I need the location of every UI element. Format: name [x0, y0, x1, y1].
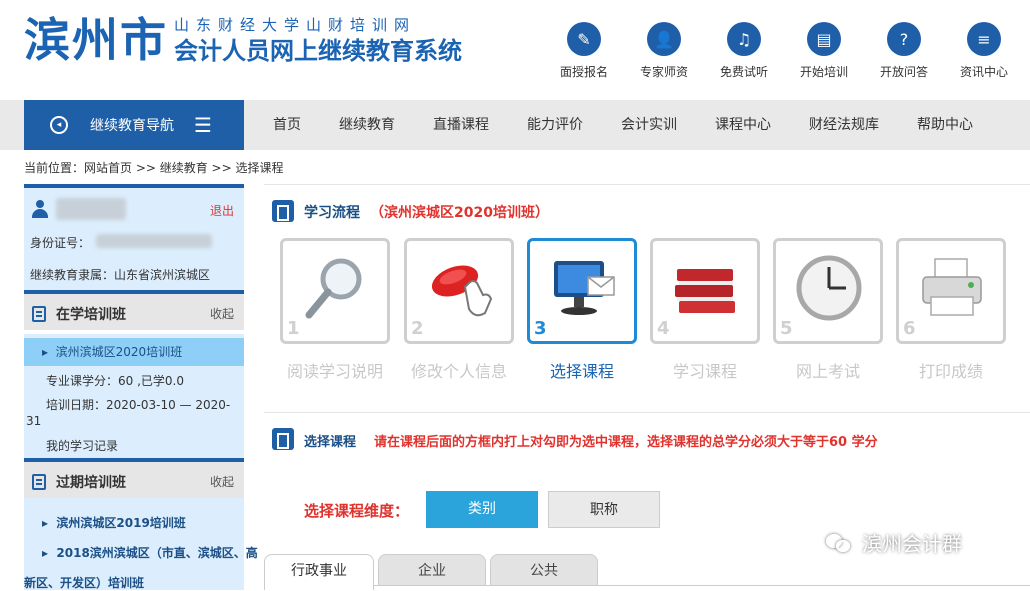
mouse-hand-icon: [431, 265, 493, 317]
select-section-icon: [272, 428, 294, 450]
logo-system-name: 会计人员网上继续教育系统: [174, 37, 462, 65]
nav-side-toggle[interactable]: ◂ 继续教育导航 ☰: [24, 100, 244, 150]
nav-item-courses[interactable]: 课程中心: [715, 100, 771, 150]
step-study-course[interactable]: 4: [650, 238, 760, 344]
expert-icon: 👤: [647, 22, 681, 56]
quick-link-start[interactable]: ▤ 开始培训: [791, 22, 857, 80]
step-label-study: 学习课程: [672, 362, 737, 381]
org-affiliation: 继续教育隶属：山东省滨州滨城区: [30, 268, 211, 282]
book-icon: ▤: [807, 22, 841, 56]
step-select-course[interactable]: 3: [527, 238, 637, 344]
collapse-current-button[interactable]: 收起: [210, 305, 234, 322]
tab-enterprise[interactable]: 企业: [378, 554, 486, 586]
quick-link-experts[interactable]: 👤 专家师资: [631, 22, 697, 80]
logout-link[interactable]: 退出: [210, 202, 234, 219]
expired-class-2018[interactable]: ▸ 2018滨州滨城区（市直、滨城区、高: [42, 544, 258, 561]
quick-link-enroll[interactable]: ✎ 面授报名: [551, 22, 617, 80]
blurred-username: [56, 198, 126, 220]
wechat-icon: [826, 532, 854, 554]
step-edit-profile[interactable]: 2: [404, 238, 514, 344]
site-header: 滨州市 山东财经大学山财培训网 会计人员网上继续教育系统 ✎ 面授报名 👤 专家…: [0, 0, 1030, 100]
wechat-watermark: 滨州会计群: [826, 528, 962, 557]
nav-item-continuing-edu[interactable]: 继续教育: [339, 100, 395, 150]
computer-mail-icon: [554, 261, 615, 315]
step-label-read: 阅读学习说明: [286, 362, 383, 381]
nav-item-practice[interactable]: 会计实训: [621, 100, 677, 150]
dimension-category-button[interactable]: 类别: [426, 491, 538, 528]
step-print-score[interactable]: 6: [896, 238, 1006, 344]
dimension-title-button[interactable]: 职称: [548, 491, 660, 528]
printer-icon: [922, 258, 982, 316]
step-label-exam: 网上考试: [795, 362, 860, 381]
step-online-exam[interactable]: 5: [773, 238, 883, 344]
collapse-expired-button[interactable]: 收起: [210, 473, 234, 490]
expired-class-2019[interactable]: ▸ 滨州滨城区2019培训班: [42, 514, 186, 531]
books-icon: [675, 269, 735, 313]
flow-title: 学习流程: [304, 205, 360, 221]
select-instruction: 请在课程后面的方框内打上对勾即为选中课程，选择课程的总学分必须大于等于60 学分: [374, 435, 878, 450]
sidebar: 退出 身份证号： 继续教育隶属：山东省滨州滨城区 在学培训班 收起 ▸ 滨州滨城…: [24, 184, 258, 591]
class-list-icon: [32, 474, 46, 490]
step-label-profile: 修改个人信息: [410, 362, 507, 381]
main-navbar: ◂ 继续教育导航 ☰ 首页 继续教育 直播课程 能力评价 会计实训 课程中心 财…: [0, 100, 1030, 150]
nav-side-title: 继续教育导航: [90, 118, 174, 134]
dimension-label: 选择课程维度：: [304, 502, 410, 520]
flow-section-icon: [272, 200, 294, 222]
quick-link-news[interactable]: ≡ 资讯中心: [951, 22, 1017, 80]
logo-subtitle: 山东财经大学山财培训网: [174, 16, 417, 34]
hamburger-icon: ☰: [194, 113, 212, 137]
expired-class-2018-cont[interactable]: 新区、开发区）培训班: [24, 574, 144, 591]
user-icon: [32, 200, 48, 218]
current-classes-header: 在学培训班 收起: [24, 290, 244, 330]
step-label-select: 选择课程: [549, 362, 614, 381]
user-box: 退出 身份证号： 继续教育隶属：山东省滨州滨城区: [24, 184, 244, 290]
quick-link-trial[interactable]: ♫ 免费试听: [711, 22, 777, 80]
class-list-icon: [32, 306, 46, 322]
credits-info: 专业课学分：60 ,已学0.0: [24, 372, 244, 389]
my-records-link[interactable]: 我的学习记录: [24, 437, 244, 454]
clock-icon: [796, 255, 862, 321]
magnifier-icon: [305, 258, 362, 319]
step-label-print: 打印成绩: [918, 362, 983, 381]
headphones-icon: ♫: [727, 22, 761, 56]
select-title: 选择课程: [304, 435, 357, 450]
expired-classes-header: 过期培训班 收起: [24, 458, 244, 498]
nav-item-live[interactable]: 直播课程: [433, 100, 489, 150]
breadcrumb: 当前位置：网站首页 >> 继续教育 >> 选择课程: [24, 161, 284, 175]
step-read-instructions[interactable]: 1: [280, 238, 390, 344]
blurred-id-number: [96, 234, 212, 248]
nav-item-help[interactable]: 帮助中心: [917, 100, 973, 150]
compass-icon: ◂: [50, 116, 68, 134]
nav-item-assessment[interactable]: 能力评价: [527, 100, 583, 150]
current-class-link[interactable]: ▸ 滨州滨城区2020培训班: [24, 338, 244, 366]
tab-administrative[interactable]: 行政事业: [264, 554, 374, 590]
quick-link-qa[interactable]: ? 开放问答: [871, 22, 937, 80]
tab-public[interactable]: 公共: [490, 554, 598, 586]
logo-city[interactable]: 滨州市: [24, 14, 168, 66]
nav-item-home[interactable]: 首页: [273, 100, 301, 150]
question-icon: ?: [887, 22, 921, 56]
nav-item-regulations[interactable]: 财经法规库: [809, 100, 879, 150]
pen-icon: ✎: [567, 22, 601, 56]
flow-class-name: （滨州滨城区2020培训班）: [370, 205, 549, 221]
training-dates-cont: 31: [24, 414, 244, 428]
document-icon: ≡: [967, 22, 1001, 56]
